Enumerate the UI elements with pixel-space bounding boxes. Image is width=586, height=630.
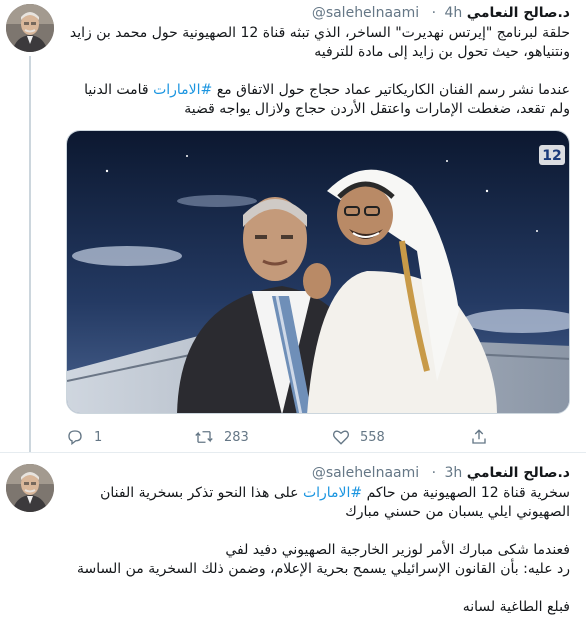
tweet-paragraph: فبلع الطاغية لسانه <box>462 599 570 615</box>
tweet-paragraph: حلقة لبرنامج "إيرتس نهديرت" الساخر، الذي… <box>69 25 570 60</box>
retweet-count: 283 <box>224 429 249 445</box>
tweet-header: د.صالح النعامي @salehelnaami · 3h <box>312 463 570 483</box>
hashtag-link[interactable]: #الامارات <box>303 485 362 501</box>
retweet-button[interactable]: 283 <box>194 424 249 450</box>
separator-dot: · <box>431 5 437 21</box>
reply-icon <box>68 430 82 446</box>
tweet-text: سخرية قناة 12 الصهيونية من حاكم #الامارا… <box>60 484 570 617</box>
tweet-paragraph: عندما نشر رسم الفنان الكاريكاتير عماد حج… <box>60 81 570 119</box>
heart-icon <box>332 430 350 445</box>
thread-connector <box>29 56 31 452</box>
channel-badge: 12 <box>539 145 565 165</box>
reply-button[interactable]: 1 <box>66 424 102 450</box>
tweet-text: حلقة لبرنامج "إيرتس نهديرت" الساخر، الذي… <box>60 24 570 119</box>
profile-avatar-icon <box>6 464 54 512</box>
share-icon <box>472 429 486 444</box>
timestamp[interactable]: 3h <box>444 465 462 481</box>
author-name[interactable]: د.صالح النعامي <box>467 5 570 21</box>
retweet-icon <box>195 431 213 443</box>
reply-count: 1 <box>94 429 103 445</box>
text-run: عندما نشر رسم الفنان الكاريكاتير عماد حج… <box>212 82 570 98</box>
tweet-paragraph: فعندما شكى مبارك الأمر لوزير الخارجية ال… <box>77 542 570 577</box>
tweet-media-image[interactable]: 12 <box>66 130 570 414</box>
avatar[interactable] <box>6 4 54 52</box>
author-name[interactable]: د.صالح النعامي <box>467 465 570 481</box>
timestamp[interactable]: 4h <box>444 5 462 21</box>
like-count: 558 <box>360 429 385 445</box>
tweet-header: د.صالح النعامي @salehelnaami · 4h <box>312 3 570 23</box>
author-handle[interactable]: @salehelnaami <box>312 5 419 21</box>
tweet-actions: 1 283 558 <box>66 424 496 450</box>
like-button[interactable]: 558 <box>332 424 385 450</box>
channel-badge-number: 12 <box>542 148 561 164</box>
separator-dot: · <box>431 465 437 481</box>
text-run: سخرية قناة 12 الصهيونية من حاكم <box>362 485 570 501</box>
avatar[interactable] <box>6 464 54 512</box>
hashtag-link[interactable]: #الامارات <box>153 82 212 98</box>
author-handle[interactable]: @salehelnaami <box>312 465 419 481</box>
tweet-paragraph: سخرية قناة 12 الصهيونية من حاكم #الامارا… <box>60 484 570 522</box>
profile-avatar-icon <box>6 4 54 52</box>
tv-show-still-icon: 12 <box>67 131 569 413</box>
tweet-2[interactable]: د.صالح النعامي @salehelnaami · 3h سخرية … <box>0 452 586 630</box>
share-button[interactable] <box>470 424 488 450</box>
tweet-1[interactable]: د.صالح النعامي @salehelnaami · 4h حلقة ل… <box>0 0 586 452</box>
